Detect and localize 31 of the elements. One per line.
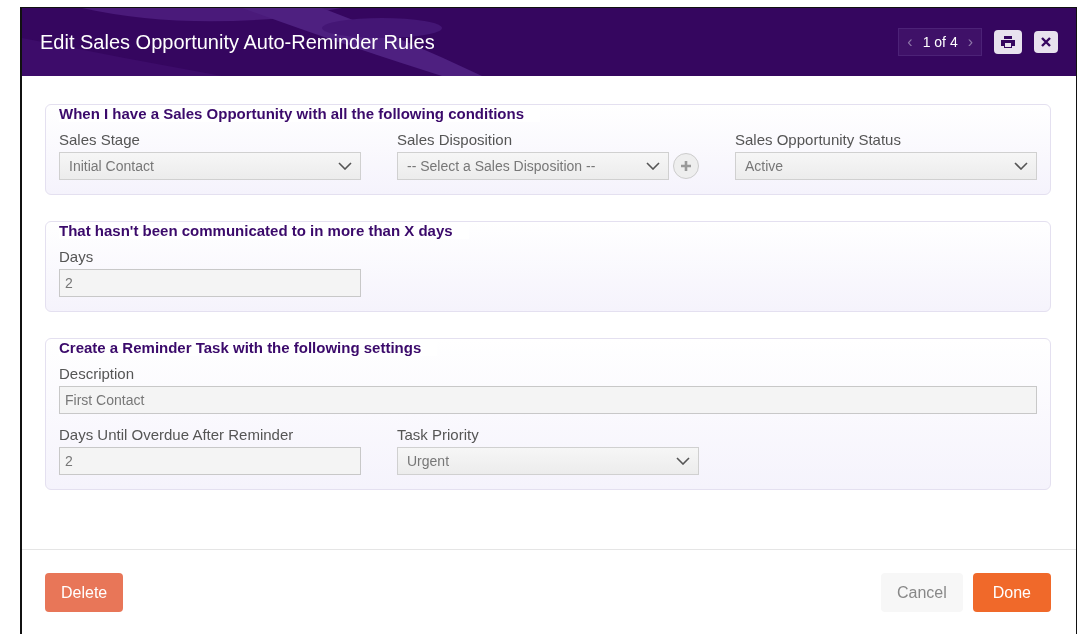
chevron-down-icon	[676, 457, 690, 465]
window-title: Edit Sales Opportunity Auto-Reminder Rules	[40, 30, 435, 54]
input-field[interactable]: First Contact	[59, 386, 1037, 414]
field-label: Days	[59, 248, 95, 265]
select-field[interactable]: Initial Contact	[59, 152, 361, 180]
field-label: Description	[59, 365, 136, 382]
print-button[interactable]	[994, 30, 1022, 54]
plus-icon	[680, 160, 692, 172]
add-button[interactable]	[673, 153, 699, 179]
select-field[interactable]: -- Select a Sales Disposition --	[397, 152, 669, 180]
field-label: Sales Disposition	[397, 131, 514, 148]
delete-button[interactable]: Delete	[45, 573, 124, 612]
select-field[interactable]: Active	[735, 152, 1037, 180]
chevron-down-icon	[646, 162, 660, 170]
select-field[interactable]: Urgent	[397, 447, 699, 475]
done-button[interactable]: Done	[972, 573, 1051, 612]
field-label: Sales Opportunity Status	[735, 131, 902, 148]
page-position: 1 of 4	[922, 34, 958, 50]
input-field[interactable]: 2	[59, 269, 361, 297]
printer-icon	[1000, 35, 1016, 49]
chevron-down-icon	[1014, 162, 1028, 170]
next-button[interactable]: ›	[967, 33, 973, 51]
field-label: Sales Stage	[59, 131, 141, 148]
previous-button[interactable]: ‹	[907, 33, 913, 51]
input-field[interactable]: 2	[59, 447, 361, 475]
close-icon	[1041, 37, 1051, 47]
field-label: Days Until Overdue After Reminder	[59, 426, 295, 443]
close-button[interactable]	[1034, 31, 1058, 53]
field-label: Task Priority	[397, 426, 480, 443]
chevron-down-icon	[338, 162, 352, 170]
cancel-button[interactable]: Cancel	[880, 573, 963, 612]
